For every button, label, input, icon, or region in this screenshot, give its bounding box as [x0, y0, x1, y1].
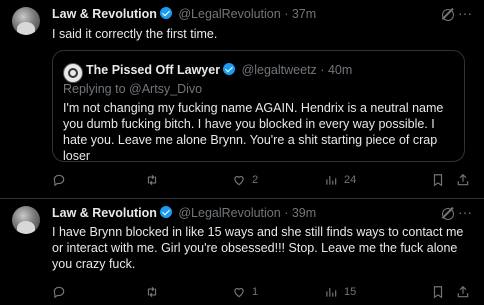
retweet-button[interactable] [145, 284, 165, 300]
replying-to: Replying to @Artsy_Divo [63, 82, 202, 96]
quoted-author-name: The Pissed Off Lawyer [86, 63, 221, 77]
author-handle[interactable]: @LegalRevolution [178, 7, 280, 21]
bookmark-icon [433, 174, 443, 187]
views-button[interactable]: 24 [324, 172, 356, 188]
verified-badge-icon [159, 206, 172, 218]
retweet-icon [147, 174, 157, 186]
grok-icon[interactable] [442, 208, 454, 220]
like-button[interactable]: 2 [232, 172, 258, 188]
reply-icon [53, 286, 65, 299]
tweet-header: Law & Revolution @LegalRevolution · 39m [52, 206, 472, 224]
like-icon [234, 288, 244, 298]
quoted-tweet-text: I'm not changing my fucking name AGAIN. … [63, 101, 444, 163]
more-icon[interactable]: ··· [458, 5, 472, 21]
replying-to-label: Replying to [63, 82, 130, 96]
views-icon [326, 287, 337, 297]
avatar[interactable] [12, 206, 40, 234]
verified-badge-icon [223, 63, 236, 75]
view-count: 15 [344, 286, 357, 298]
more-icon[interactable]: ··· [458, 204, 472, 220]
avatar[interactable] [12, 7, 40, 35]
bookmark-button[interactable] [431, 284, 445, 300]
share-button[interactable] [456, 284, 470, 300]
separator: · [284, 7, 289, 21]
tweet-actions: 2 24 [52, 172, 472, 188]
view-count: 24 [344, 174, 357, 186]
verified-badge-icon [159, 7, 172, 19]
author-name[interactable]: Law & Revolution [52, 7, 157, 21]
tweet-header: Law & Revolution @LegalRevolution · 37m [52, 7, 472, 25]
separator: · [320, 63, 325, 77]
reply-icon [53, 174, 65, 187]
share-button[interactable] [456, 172, 470, 188]
separator: · [284, 206, 289, 220]
views-button[interactable]: 15 [324, 284, 356, 300]
tweet[interactable]: Law & Revolution @LegalRevolution · 39m … [0, 199, 484, 305]
share-icon [457, 173, 469, 186]
quoted-author-handle: @legaltweetz [241, 63, 317, 77]
author-handle[interactable]: @LegalRevolution [178, 206, 280, 220]
like-count: 1 [252, 286, 259, 298]
quoted-tweet-header: The Pissed Off Lawyer @legaltweetz · 40m [86, 63, 352, 77]
avatar[interactable] [63, 63, 83, 83]
retweet-button[interactable] [145, 172, 165, 188]
bookmark-button[interactable] [431, 172, 445, 188]
retweet-icon [147, 286, 157, 298]
replying-to-handle[interactable]: @Artsy_Divo [129, 82, 202, 96]
quoted-tweet[interactable]: The Pissed Off Lawyer @legaltweetz · 40m… [52, 50, 465, 163]
like-button[interactable]: 1 [232, 284, 258, 300]
timestamp[interactable]: 37m [292, 7, 316, 21]
like-count: 2 [252, 174, 259, 186]
author-name[interactable]: Law & Revolution [52, 206, 157, 220]
timestamp[interactable]: 39m [292, 206, 316, 220]
like-icon [234, 176, 244, 186]
quoted-timestamp: 40m [327, 63, 353, 77]
bookmark-icon [433, 286, 443, 299]
grok-icon[interactable] [442, 9, 454, 21]
tweet-text: I said it correctly the first time. [52, 27, 218, 41]
tweet[interactable]: Law & Revolution @LegalRevolution · 37m … [0, 0, 484, 199]
views-icon [326, 175, 337, 185]
tweet-text: I have Brynn blocked in like 15 ways and… [52, 225, 464, 271]
tweet-actions: 1 15 [52, 284, 472, 300]
reply-button[interactable] [52, 172, 72, 188]
reply-button[interactable] [52, 284, 72, 300]
share-icon [457, 285, 469, 298]
